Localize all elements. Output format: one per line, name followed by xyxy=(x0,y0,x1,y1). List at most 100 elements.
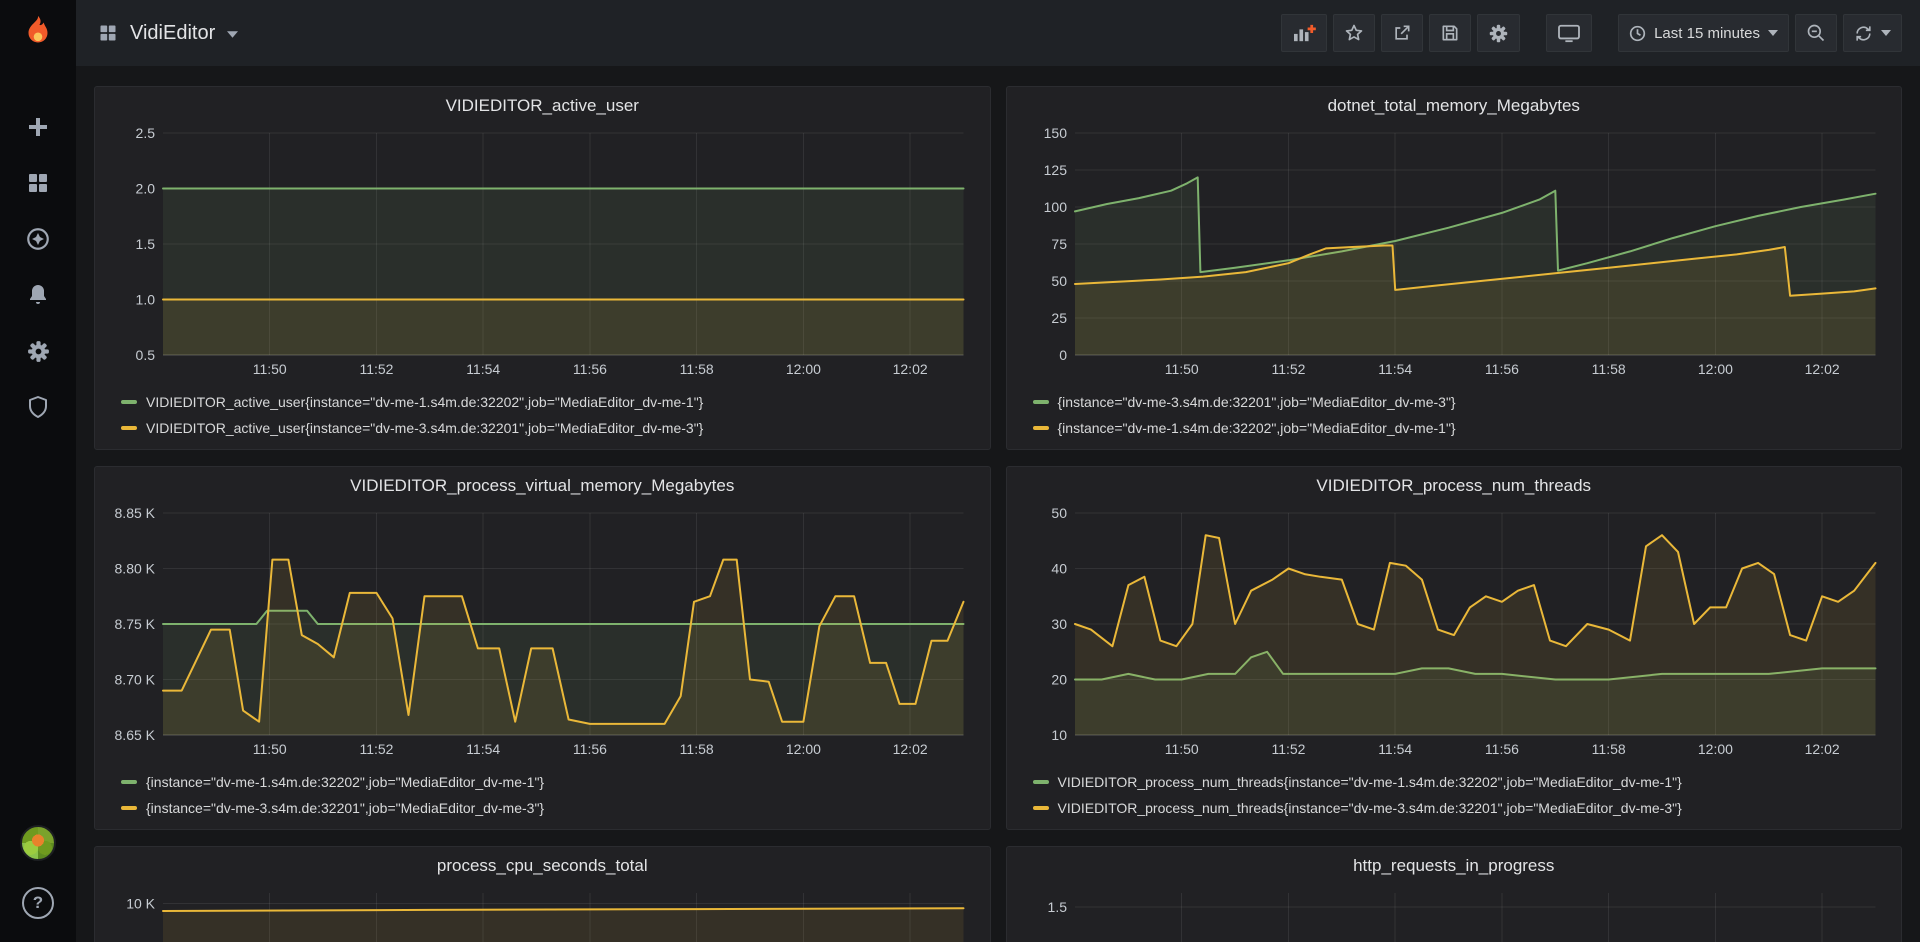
chart-canvas[interactable]: 11:5011:5211:5411:5611:5812:0012:0202550… xyxy=(1019,125,1890,381)
svg-text:11:54: 11:54 xyxy=(1378,361,1412,377)
svg-text:8.75 K: 8.75 K xyxy=(115,616,156,632)
sidebar-item-help[interactable]: ? xyxy=(10,880,66,926)
chevron-down-icon xyxy=(1768,30,1778,36)
legend-label: {instance="dv-me-3.s4m.de:32201",job="Me… xyxy=(146,800,544,816)
svg-text:0: 0 xyxy=(1059,347,1067,363)
sidebar-item-create[interactable] xyxy=(10,104,66,150)
top-navbar: VidiEditor xyxy=(76,0,1920,66)
star-icon xyxy=(1344,23,1364,43)
sidebar-item-dashboards[interactable] xyxy=(10,160,66,206)
legend-label: VIDIEDITOR_process_num_threads{instance=… xyxy=(1058,800,1682,816)
chart-canvas[interactable]: 11:5011:5211:5411:5611:5812:0012:0210203… xyxy=(1019,505,1890,761)
add-panel-button[interactable] xyxy=(1281,14,1327,52)
svg-text:2.0: 2.0 xyxy=(136,181,156,197)
user-avatar xyxy=(20,825,56,861)
panel-title[interactable]: dotnet_total_memory_Megabytes xyxy=(1007,87,1902,125)
grafana-logo[interactable] xyxy=(0,0,76,66)
chart-area: 11:5011:5211:5411:5611:5812:0012:0200.51… xyxy=(1007,885,1902,942)
chart-area: 11:5011:5211:5411:5611:5812:0012:020.51.… xyxy=(95,125,990,381)
svg-text:20: 20 xyxy=(1051,672,1067,688)
chart-area: 11:5011:5211:5411:5611:5812:0012:0202550… xyxy=(1007,125,1902,381)
chart-legend: VIDIEDITOR_active_user{instance="dv-me-1… xyxy=(95,381,990,441)
svg-text:12:00: 12:00 xyxy=(1697,741,1732,757)
svg-text:1.5: 1.5 xyxy=(136,236,156,252)
svg-text:11:56: 11:56 xyxy=(573,741,607,757)
panel-active-user: VIDIEDITOR_active_user 11:5011:5211:5411… xyxy=(94,86,991,450)
panel-title[interactable]: VIDIEDITOR_active_user xyxy=(95,87,990,125)
legend-swatch xyxy=(1033,806,1049,810)
sidebar-item-server-admin[interactable] xyxy=(10,384,66,430)
svg-text:11:52: 11:52 xyxy=(359,361,393,377)
svg-text:12:02: 12:02 xyxy=(1804,741,1839,757)
chart-canvas[interactable]: 11:5011:5211:5411:5611:5812:0012:0200.51… xyxy=(1019,885,1890,942)
dashboard-title-picker[interactable]: VidiEditor xyxy=(98,22,238,45)
legend-item[interactable]: {instance="dv-me-1.s4m.de:32202",job="Me… xyxy=(121,769,974,795)
refresh-icon xyxy=(1854,24,1873,43)
legend-swatch xyxy=(121,806,137,810)
legend-item[interactable]: {instance="dv-me-1.s4m.de:32202",job="Me… xyxy=(1033,415,1886,441)
chart-canvas[interactable]: 11:5011:5211:5411:5611:5812:0012:028.65 … xyxy=(107,505,978,761)
dashboard-title: VidiEditor xyxy=(130,22,215,45)
star-button[interactable] xyxy=(1333,14,1375,52)
sidebar-menu xyxy=(10,104,66,430)
svg-text:11:50: 11:50 xyxy=(1164,741,1198,757)
legend-item[interactable]: VIDIEDITOR_process_num_threads{instance=… xyxy=(1033,769,1886,795)
svg-text:12:02: 12:02 xyxy=(1804,361,1839,377)
chart-area: 11:5011:5211:5411:5611:5812:0012:0210203… xyxy=(1007,505,1902,761)
svg-text:11:58: 11:58 xyxy=(680,361,714,377)
legend-swatch xyxy=(121,400,137,404)
legend-item[interactable]: {instance="dv-me-3.s4m.de:32201",job="Me… xyxy=(1033,389,1886,415)
legend-item[interactable]: VIDIEDITOR_active_user{instance="dv-me-1… xyxy=(121,389,974,415)
svg-text:25: 25 xyxy=(1051,310,1067,326)
legend-label: {instance="dv-me-1.s4m.de:32202",job="Me… xyxy=(1058,420,1456,436)
panel-title[interactable]: VIDIEDITOR_process_num_threads xyxy=(1007,467,1902,505)
zoom-out-icon xyxy=(1806,23,1826,43)
svg-text:11:50: 11:50 xyxy=(1164,361,1198,377)
sidebar-item-alerting[interactable] xyxy=(10,272,66,318)
save-button[interactable] xyxy=(1429,14,1471,52)
shield-icon xyxy=(26,395,50,419)
svg-text:11:54: 11:54 xyxy=(1378,741,1412,757)
panel-http-requests: http_requests_in_progress 11:5011:5211:5… xyxy=(1006,846,1903,942)
legend-label: {instance="dv-me-3.s4m.de:32201",job="Me… xyxy=(1058,394,1456,410)
user-profile-button[interactable] xyxy=(10,820,66,866)
legend-item[interactable]: {instance="dv-me-3.s4m.de:32201",job="Me… xyxy=(121,795,974,821)
panel-virtual-memory: VIDIEDITOR_process_virtual_memory_Megaby… xyxy=(94,466,991,830)
time-range-picker[interactable]: Last 15 minutes xyxy=(1618,14,1789,52)
panel-title[interactable]: VIDIEDITOR_process_virtual_memory_Megaby… xyxy=(95,467,990,505)
dashboard-content: VIDIEDITOR_active_user 11:5011:5211:5411… xyxy=(76,66,1920,942)
legend-item[interactable]: VIDIEDITOR_process_num_threads{instance=… xyxy=(1033,795,1886,821)
sidebar: ? xyxy=(0,0,76,942)
sidebar-item-configuration[interactable] xyxy=(10,328,66,374)
panel-cpu-seconds: process_cpu_seconds_total 11:5011:5211:5… xyxy=(94,846,991,942)
panel-title[interactable]: process_cpu_seconds_total xyxy=(95,847,990,885)
legend-item[interactable]: VIDIEDITOR_active_user{instance="dv-me-3… xyxy=(121,415,974,441)
chevron-down-icon xyxy=(227,31,238,38)
svg-text:11:52: 11:52 xyxy=(1271,741,1305,757)
share-icon xyxy=(1392,23,1412,43)
svg-text:1.0: 1.0 xyxy=(136,292,156,308)
sidebar-bottom: ? xyxy=(10,820,66,926)
clock-icon xyxy=(1629,25,1646,42)
svg-text:12:02: 12:02 xyxy=(893,741,928,757)
cycle-view-mode-button[interactable] xyxy=(1546,14,1592,52)
panel-title-text: VIDIEDITOR_process_virtual_memory_Megaby… xyxy=(350,476,734,496)
dashboard-settings-button[interactable] xyxy=(1477,14,1520,52)
svg-text:0.5: 0.5 xyxy=(136,347,156,363)
chart-area: 11:5011:5211:5411:5611:5812:0012:0202.5 … xyxy=(95,885,990,942)
svg-text:150: 150 xyxy=(1043,125,1067,141)
svg-text:11:58: 11:58 xyxy=(680,741,714,757)
panel-title[interactable]: http_requests_in_progress xyxy=(1007,847,1902,885)
svg-text:12:02: 12:02 xyxy=(893,361,928,377)
chart-canvas[interactable]: 11:5011:5211:5411:5611:5812:0012:0202.5 … xyxy=(107,885,978,942)
svg-text:10 K: 10 K xyxy=(126,896,155,912)
svg-text:75: 75 xyxy=(1051,236,1067,252)
panel-title-text: VIDIEDITOR_process_num_threads xyxy=(1316,476,1591,496)
sidebar-item-explore[interactable] xyxy=(10,216,66,262)
chevron-down-icon xyxy=(1881,30,1891,36)
zoom-out-button[interactable] xyxy=(1795,14,1837,52)
share-button[interactable] xyxy=(1381,14,1423,52)
refresh-button[interactable] xyxy=(1843,14,1902,52)
svg-text:11:58: 11:58 xyxy=(1591,741,1625,757)
chart-canvas[interactable]: 11:5011:5211:5411:5611:5812:0012:020.51.… xyxy=(107,125,978,381)
